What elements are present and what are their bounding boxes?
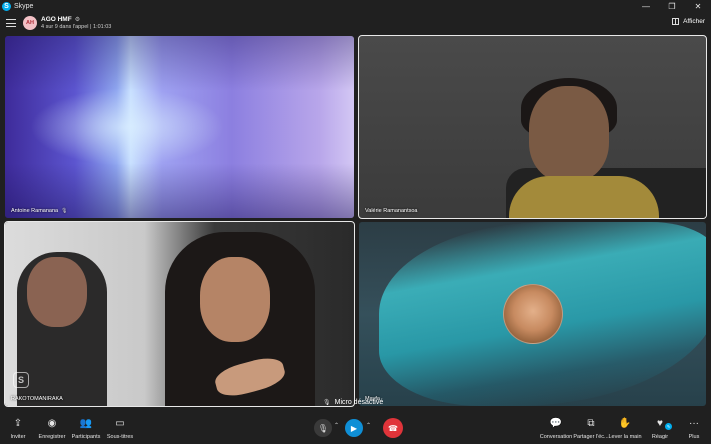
mic-off-icon: 🎙 (317, 423, 329, 433)
more-label: Plus (688, 434, 700, 440)
avatar (503, 284, 563, 344)
camera-options-chevron-icon[interactable]: ⌃ (366, 422, 371, 429)
video-feed (27, 257, 87, 327)
camera-icon: ▶ (350, 423, 358, 433)
more-icon: ··· (689, 418, 699, 429)
window-controls: — ❐ ✕ (633, 0, 711, 12)
subtitles-icon: ▭ (115, 418, 125, 429)
menu-icon[interactable] (6, 19, 16, 27)
settings-icon[interactable]: ⚙ (75, 16, 80, 23)
title-bar: S Skype — ❐ ✕ (0, 0, 711, 12)
video-tile[interactable]: Valérie Ramanantsoa (358, 35, 707, 219)
call-status: 4 sur 9 dans l'appel | 1:01:03 (41, 24, 112, 30)
camera-button[interactable]: ▶ (345, 419, 363, 437)
skype-logo-icon: S (2, 1, 11, 11)
mute-button[interactable]: 🎙 (314, 419, 332, 437)
mute-notification-text: Micro désactivé (334, 399, 384, 406)
mute-notification: 🎙 Micro désactivé (323, 399, 383, 406)
mic-off-icon: 🎙 (61, 208, 68, 214)
more-button[interactable]: ··· Plus (670, 418, 711, 440)
react-label: Réagir (651, 434, 669, 440)
end-call-button[interactable]: ☎ (383, 418, 403, 438)
invite-label: Inviter (10, 434, 26, 440)
panel-icon (672, 18, 680, 25)
hang-up-icon: ☎ (388, 423, 398, 433)
share-icon: ⇪ (13, 418, 23, 429)
minimize-button[interactable]: — (633, 0, 659, 12)
mic-options-chevron-icon[interactable]: ⌃ (334, 422, 339, 429)
video-tile[interactable]: Antoine Ramanana 🎙 (5, 36, 354, 218)
screen-share-icon: ⧉ (587, 418, 595, 429)
raise-hand-icon: ✋ (618, 418, 632, 429)
heart-icon: ♥ ✎ (657, 418, 673, 430)
skype-watermark-icon: S (13, 372, 29, 388)
group-avatar[interactable]: AH (23, 16, 37, 30)
chat-icon: 💬 (549, 418, 563, 429)
participant-label: Valérie Ramanantsoa (365, 208, 417, 214)
call-header: AH AGO HMF ⚙ 4 sur 9 dans l'appel | 1:01… (0, 12, 711, 34)
subtitles-label: Sous-titres (106, 434, 134, 440)
video-feed (5, 36, 354, 218)
maximize-button[interactable]: ❐ (659, 0, 685, 12)
participant-name: RAKOTOMANIRAKA (11, 396, 63, 402)
video-feed (529, 86, 609, 181)
view-button-label: Afficher (683, 18, 705, 25)
call-info: AGO HMF ⚙ 4 sur 9 dans l'appel | 1:01:03 (41, 16, 111, 30)
video-tile[interactable]: Mayfa (359, 222, 706, 406)
participant-name: Valérie Ramanantsoa (365, 208, 418, 214)
call-toolbar: ⇪ Inviter ◉ Enregistrer 👥 Participants ▭… (0, 410, 711, 444)
view-button[interactable]: Afficher (672, 18, 705, 25)
participant-name: Antoine Ramanana (11, 208, 59, 214)
app-title: Skype (14, 2, 34, 10)
participant-label: RAKOTOMANIRAKA (11, 396, 63, 402)
call-title[interactable]: AGO HMF (41, 16, 72, 23)
close-button[interactable]: ✕ (685, 0, 711, 12)
participant-label: Antoine Ramanana 🎙 (11, 208, 67, 214)
subtitles-button[interactable]: ▭ Sous-titres (96, 418, 144, 440)
video-tile[interactable]: S RAKOTOMANIRAKA (4, 221, 355, 407)
video-feed (200, 257, 270, 342)
participants-icon: 👥 (79, 418, 93, 429)
video-feed (509, 176, 659, 218)
record-icon: ◉ (47, 418, 57, 429)
mic-off-icon: 🎙 (323, 400, 331, 406)
